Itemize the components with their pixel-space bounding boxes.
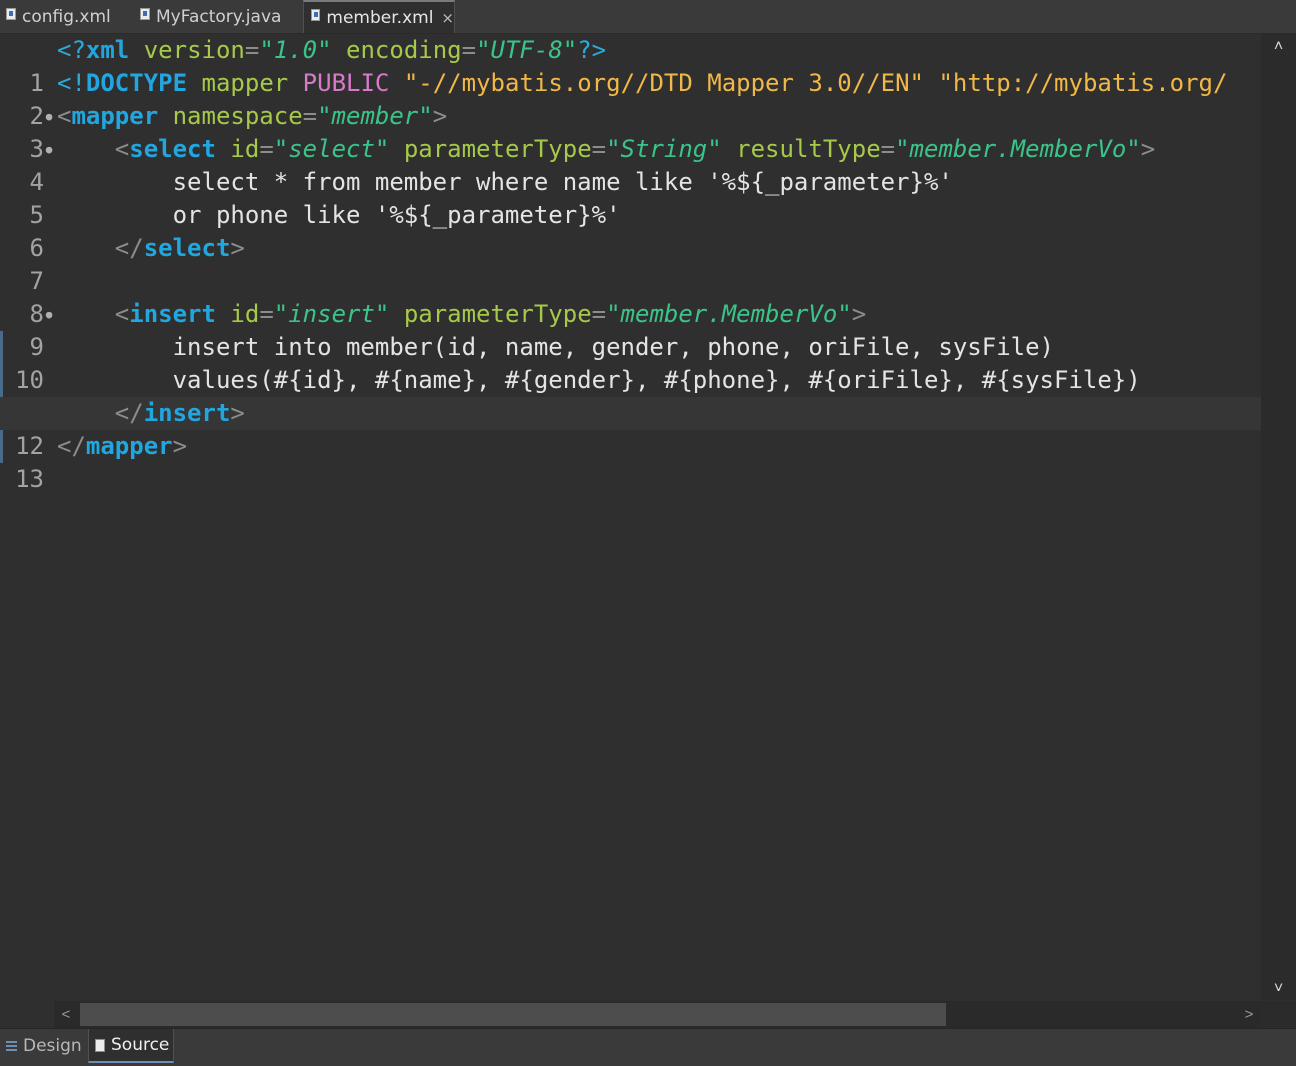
code-line[interactable]: 8: [0, 265, 1261, 328]
source-editor[interactable]: 1 <?xml version="1.0" encoding="UTF-8"?>…: [0, 34, 1261, 1000]
scroll-right-icon[interactable]: >: [1237, 1001, 1261, 1028]
fold-marker[interactable]: ●: [44, 100, 54, 133]
code-text: select * from member where name like '%$…: [57, 168, 953, 196]
horizontal-scrollbar[interactable]: < >: [54, 1001, 1261, 1028]
code-line-current[interactable]: 12 </insert>: [0, 397, 1261, 460]
xml-file-icon: [311, 8, 321, 21]
scroll-down-icon[interactable]: ˅: [1261, 978, 1296, 1000]
code-line[interactable]: 5 select * from member where name like '…: [0, 166, 1261, 229]
tab-myfactory-java[interactable]: MyFactory.java: [140, 0, 300, 33]
code-line[interactable]: 13 </mapper>: [0, 430, 1261, 493]
tab-label: config.xml: [22, 6, 111, 27]
tab-design[interactable]: Design: [6, 1029, 86, 1063]
fold-marker[interactable]: [44, 265, 54, 298]
tab-label: Source: [111, 1035, 170, 1055]
fold-marker[interactable]: [44, 397, 54, 430]
gutter-spacer: [0, 1001, 54, 1028]
editor-mode-tabs: Design Source: [0, 1028, 1296, 1066]
code-line[interactable]: 1 <?xml version="1.0" encoding="UTF-8"?>: [0, 34, 1261, 97]
code-line[interactable]: 2 <!DOCTYPE mapper PUBLIC "-//mybatis.or…: [0, 67, 1261, 130]
fold-marker[interactable]: [44, 364, 54, 397]
code-line[interactable]: 6 or phone like '%${_parameter}%': [0, 199, 1261, 262]
code-text: <select id="select" parameterType="Strin…: [114, 135, 1156, 163]
design-view-icon: [6, 1041, 17, 1051]
close-tab-icon[interactable]: ×: [441, 9, 454, 27]
tab-member-xml[interactable]: member.xml ×: [303, 0, 455, 33]
code-text: </mapper>: [57, 432, 188, 460]
code-line[interactable]: 4 ● <select id="select" parameterType="S…: [0, 133, 1261, 196]
code-text: <!DOCTYPE mapper PUBLIC "-//mybatis.org/…: [57, 69, 1228, 97]
fold-marker[interactable]: ●: [44, 133, 54, 166]
fold-marker[interactable]: [44, 166, 54, 199]
code-text: <mapper namespace="member">: [57, 102, 448, 130]
code-line[interactable]: 7 </select>: [0, 232, 1261, 295]
code-text: or phone like '%${_parameter}%': [57, 201, 621, 229]
java-file-icon: [140, 7, 150, 20]
tab-label: Design: [23, 1036, 82, 1056]
code-text: </insert>: [114, 399, 245, 427]
fold-marker[interactable]: [44, 331, 54, 364]
code-line[interactable]: 9 ● <insert id="insert" parameterType="m…: [0, 298, 1261, 361]
code-text: </select>: [114, 234, 245, 262]
code-line[interactable]: 11 values(#{id}, #{name}, #{gender}, #{p…: [0, 364, 1261, 427]
fold-marker[interactable]: [44, 430, 54, 463]
source-view-icon: [95, 1038, 105, 1052]
tab-label: member.xml: [326, 7, 434, 28]
fold-marker[interactable]: [44, 34, 54, 67]
line-number: 13: [15, 465, 44, 493]
tab-label: MyFactory.java: [156, 6, 282, 27]
scroll-up-icon[interactable]: ˄: [1261, 36, 1296, 58]
code-text: <insert id="insert" parameterType="membe…: [114, 300, 867, 328]
fold-marker[interactable]: [44, 199, 54, 232]
code-text: values(#{id}, #{name}, #{gender}, #{phon…: [57, 366, 1141, 394]
code-text: <?xml version="1.0" encoding="UTF-8"?>: [57, 36, 607, 64]
tab-config-xml[interactable]: config.xml: [6, 0, 136, 33]
editor-tab-bar: config.xml MyFactory.java member.xml ×: [0, 0, 1296, 34]
scroll-left-icon[interactable]: <: [54, 1001, 78, 1028]
fold-marker[interactable]: [44, 232, 54, 265]
fold-marker[interactable]: [44, 67, 54, 100]
fold-marker[interactable]: ●: [44, 298, 54, 331]
code-line[interactable]: 3 ● <mapper namespace="member">: [0, 100, 1261, 163]
code-text: insert into member(id, name, gender, pho…: [57, 333, 1054, 361]
xml-file-icon: [6, 7, 16, 20]
eclipse-xml-editor: config.xml MyFactory.java member.xml × 1…: [0, 0, 1296, 1066]
vertical-scrollbar[interactable]: ˄ ˅: [1261, 34, 1296, 1000]
horizontal-scroll-thumb[interactable]: [80, 1003, 946, 1026]
scrollbar-corner: [1261, 1001, 1296, 1028]
code-line[interactable]: 10 insert into member(id, name, gender, …: [0, 331, 1261, 394]
tab-source[interactable]: Source: [88, 1029, 174, 1063]
